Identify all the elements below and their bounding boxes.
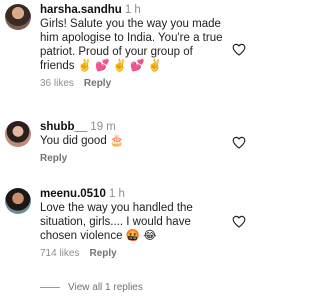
- reply-button[interactable]: Reply: [40, 153, 67, 164]
- username[interactable]: shubb__: [40, 121, 87, 133]
- timestamp: 1 h: [124, 4, 141, 16]
- username[interactable]: meenu.0510: [40, 188, 106, 200]
- heart-outline-icon[interactable]: [232, 43, 246, 56]
- like-count[interactable]: 36 likes: [40, 78, 74, 89]
- avatar[interactable]: [5, 121, 31, 147]
- avatar[interactable]: [5, 4, 31, 30]
- heart-outline-icon[interactable]: [232, 215, 246, 228]
- like-count[interactable]: 714 likes: [40, 248, 79, 259]
- comment-meta: 714 likes Reply: [40, 248, 228, 260]
- comment-text: You did good 🎂: [40, 135, 125, 147]
- comment-text: Love the way you handled the situation, …: [40, 202, 193, 242]
- comment-meta: Reply: [40, 153, 228, 165]
- timestamp: 1 h: [108, 188, 125, 200]
- divider: [40, 287, 60, 288]
- avatar[interactable]: [5, 188, 31, 214]
- comment-meta: 36 likes Reply: [40, 78, 228, 90]
- comment-header: shubb__ 19 m: [40, 120, 228, 134]
- timestamp: 19 m: [90, 121, 116, 133]
- comment-header: meenu.0510 1 h: [40, 187, 228, 201]
- reply-button[interactable]: Reply: [89, 248, 116, 259]
- comment-text: Girls! Salute you the way you made him a…: [40, 18, 223, 72]
- reply-button[interactable]: Reply: [84, 78, 111, 89]
- view-replies-label: View all 1 replies: [68, 282, 143, 293]
- comment-header: harsha.sandhu 1 h: [40, 3, 228, 17]
- heart-outline-icon[interactable]: [232, 136, 246, 149]
- view-replies-link[interactable]: View all 1 replies: [40, 282, 143, 293]
- username[interactable]: harsha.sandhu: [40, 4, 122, 16]
